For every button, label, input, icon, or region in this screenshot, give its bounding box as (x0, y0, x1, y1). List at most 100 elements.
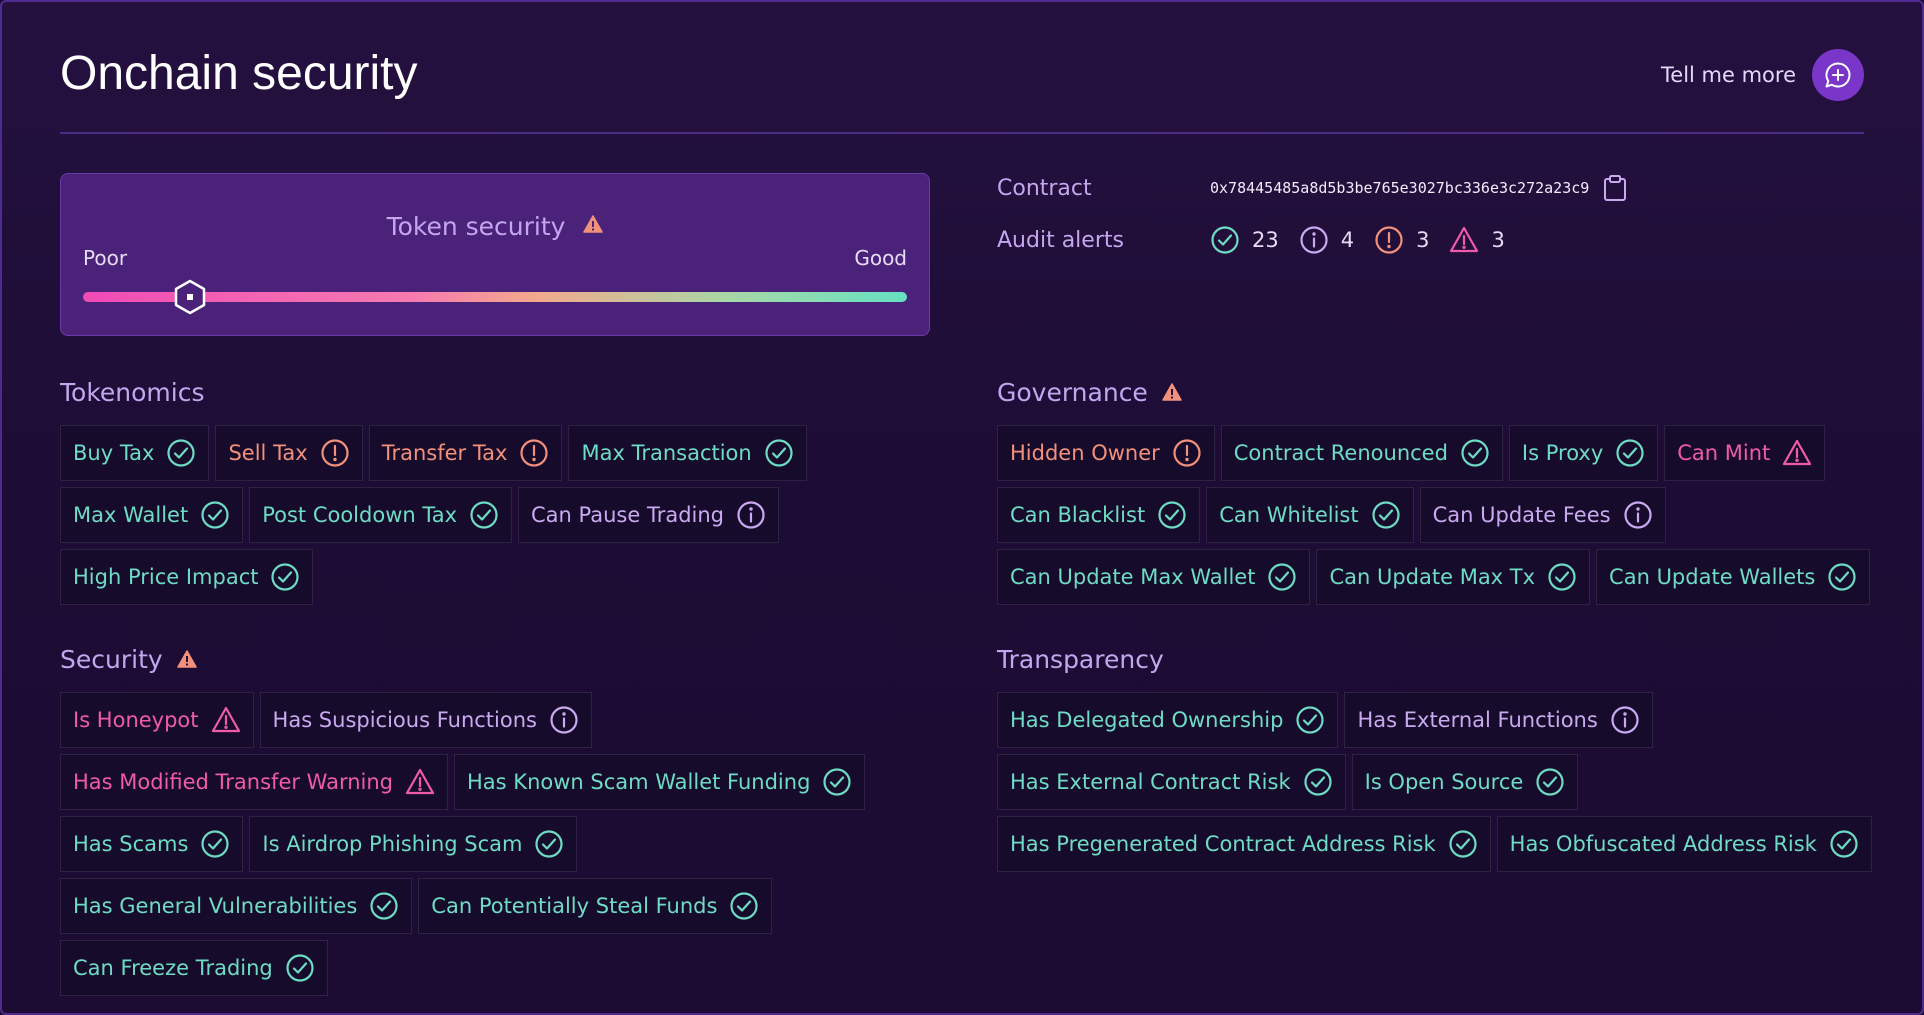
check-circle-icon (1303, 767, 1333, 797)
check-chip-buy-tax[interactable]: Buy Tax (60, 425, 210, 481)
check-circle-icon (1829, 829, 1859, 859)
transparency-heading: Transparency (997, 645, 1164, 674)
audit-alerts-row: Audit alerts 23 4 3 3 (997, 225, 1515, 255)
check-chip-label: Can Update Max Wallet (1010, 565, 1256, 589)
check-chip-can-pause-trading[interactable]: Can Pause Trading (518, 487, 779, 543)
check-chip-label: Has External Contract Risk (1010, 770, 1291, 794)
contract-address: 0x78445485a8d5b3be765e3027bc336e3c272a23… (1210, 179, 1590, 197)
check-chip-hidden-owner[interactable]: Hidden Owner (997, 425, 1215, 481)
check-chip-label: Can Mint (1677, 441, 1771, 465)
check-chip-can-blacklist[interactable]: Can Blacklist (997, 487, 1201, 543)
check-chip-label: Can Update Wallets (1609, 565, 1816, 589)
audit-alerts-label: Audit alerts (997, 227, 1124, 253)
check-circle-icon (1535, 767, 1565, 797)
check-chip-can-whitelist[interactable]: Can Whitelist (1206, 487, 1414, 543)
audit-alerts-summary: 23 4 3 3 (1210, 225, 1515, 255)
security-checks: Is Honeypot Has Suspicious Functions Has M… (60, 692, 910, 996)
check-circle-icon (534, 829, 564, 859)
check-chip-label: Hidden Owner (1010, 441, 1160, 465)
check-chip-has-general-vulnerabilities[interactable]: Has General Vulnerabilities (60, 878, 413, 934)
warning-triangle-outline-icon (211, 705, 241, 735)
exclamation-circle-icon (519, 438, 549, 468)
check-chip-high-price-impact[interactable]: High Price Impact (60, 549, 314, 605)
check-chip-label: Can Pause Trading (531, 503, 724, 527)
check-chip-label: Can Update Fees (1432, 503, 1611, 527)
check-chip-contract-renounced[interactable]: Contract Renounced (1220, 425, 1503, 481)
info-circle-icon (549, 705, 579, 735)
check-chip-can-update-wallets[interactable]: Can Update Wallets (1596, 549, 1871, 605)
check-chip-post-cooldown-tax[interactable]: Post Cooldown Tax (249, 487, 512, 543)
check-circle-icon (1371, 500, 1401, 530)
check-chip-is-honeypot[interactable]: Is Honeypot (60, 692, 254, 748)
check-chip-has-obfuscated-address-risk[interactable]: Has Obfuscated Address Risk (1496, 816, 1872, 872)
exclamation-circle-icon (1172, 438, 1202, 468)
check-circle-icon (1827, 562, 1857, 592)
check-chip-has-external-functions[interactable]: Has External Functions (1344, 692, 1653, 748)
check-chip-has-modified-transfer-warning[interactable]: Has Modified Transfer Warning (60, 754, 449, 810)
check-chip-can-update-max-wallet[interactable]: Can Update Max Wallet (997, 549, 1311, 605)
check-chip-is-open-source[interactable]: Is Open Source (1351, 754, 1579, 810)
warning-triangle-outline-icon (405, 767, 435, 797)
check-circle-icon (1460, 438, 1490, 468)
check-chip-label: Has Pregenerated Contract Address Risk (1010, 832, 1436, 856)
check-chip-label: Can Potentially Steal Funds (431, 894, 718, 918)
exclamation-circle-icon (320, 438, 350, 468)
check-circle-icon (1210, 225, 1240, 255)
info-circle-icon (1299, 225, 1329, 255)
check-chip-is-proxy[interactable]: Is Proxy (1508, 425, 1659, 481)
check-chip-can-potentially-steal-funds[interactable]: Can Potentially Steal Funds (418, 878, 773, 934)
check-chip-can-freeze-trading[interactable]: Can Freeze Trading (60, 940, 328, 996)
check-chip-can-update-fees[interactable]: Can Update Fees (1419, 487, 1666, 543)
check-chip-has-scams[interactable]: Has Scams (60, 816, 244, 872)
check-chip-label: Has Delegated Ownership (1010, 708, 1284, 732)
check-chip-label: Has Scams (73, 832, 189, 856)
header-divider (60, 132, 1864, 134)
governance-title: Governance (997, 378, 1148, 407)
check-chip-max-wallet[interactable]: Max Wallet (60, 487, 244, 543)
token-security-card: Token security Poor Good (60, 173, 930, 336)
warning-triangle-icon (1162, 378, 1182, 407)
check-chip-sell-tax[interactable]: Sell Tax (215, 425, 363, 481)
clipboard-icon[interactable] (1603, 174, 1627, 202)
governance-heading: Governance (997, 378, 1182, 407)
check-chip-has-delegated-ownership[interactable]: Has Delegated Ownership (997, 692, 1339, 748)
check-circle-icon (369, 891, 399, 921)
check-circle-icon (200, 829, 230, 859)
check-circle-icon (469, 500, 499, 530)
check-chip-has-suspicious-functions[interactable]: Has Suspicious Functions (259, 692, 592, 748)
check-chip-label: Sell Tax (228, 441, 308, 465)
audit-alert-count: 3 (1491, 228, 1505, 252)
info-circle-icon (1623, 500, 1653, 530)
check-circle-icon (285, 953, 315, 983)
check-circle-icon (1448, 829, 1478, 859)
warning-triangle-icon (583, 210, 604, 239)
check-chip-can-update-max-tx[interactable]: Can Update Max Tx (1316, 549, 1591, 605)
poor-label: Poor (83, 246, 128, 270)
check-chip-label: High Price Impact (73, 565, 259, 589)
info-circle-icon (1610, 705, 1640, 735)
check-chip-label: Is Honeypot (73, 708, 199, 732)
check-chip-is-airdrop-phishing-scam[interactable]: Is Airdrop Phishing Scam (249, 816, 578, 872)
check-circle-icon (764, 438, 794, 468)
security-title: Security (60, 645, 163, 674)
check-chip-max-transaction[interactable]: Max Transaction (568, 425, 807, 481)
page-title: Onchain security (60, 47, 418, 100)
tokenomics-checks: Buy Tax Sell Tax Transfer Tax Max Transacti… (60, 425, 820, 605)
check-chip-label: Max Wallet (73, 503, 189, 527)
check-chip-label: Contract Renounced (1233, 441, 1448, 465)
audit-alert-count: 4 (1340, 228, 1355, 252)
check-chip-has-pregenerated-contract-address-risk[interactable]: Has Pregenerated Contract Address Risk (997, 816, 1491, 872)
check-chip-can-mint[interactable]: Can Mint (1664, 425, 1826, 481)
check-chip-has-external-contract-risk[interactable]: Has External Contract Risk (997, 754, 1346, 810)
check-circle-icon (1295, 705, 1325, 735)
check-chip-has-known-scam-wallet-funding[interactable]: Has Known Scam Wallet Funding (454, 754, 866, 810)
check-chip-transfer-tax[interactable]: Transfer Tax (368, 425, 563, 481)
check-chip-label: Has Modified Transfer Warning (73, 770, 394, 794)
security-heading: Security (60, 645, 197, 674)
audit-alert-info: 4 (1299, 225, 1354, 255)
chat-plus-icon[interactable] (1812, 49, 1864, 101)
audit-alert-count: 3 (1416, 228, 1430, 252)
check-circle-icon (729, 891, 759, 921)
tell-me-more-button[interactable]: Tell me more (1661, 49, 1864, 101)
check-chip-label: Has Obfuscated Address Risk (1509, 832, 1817, 856)
